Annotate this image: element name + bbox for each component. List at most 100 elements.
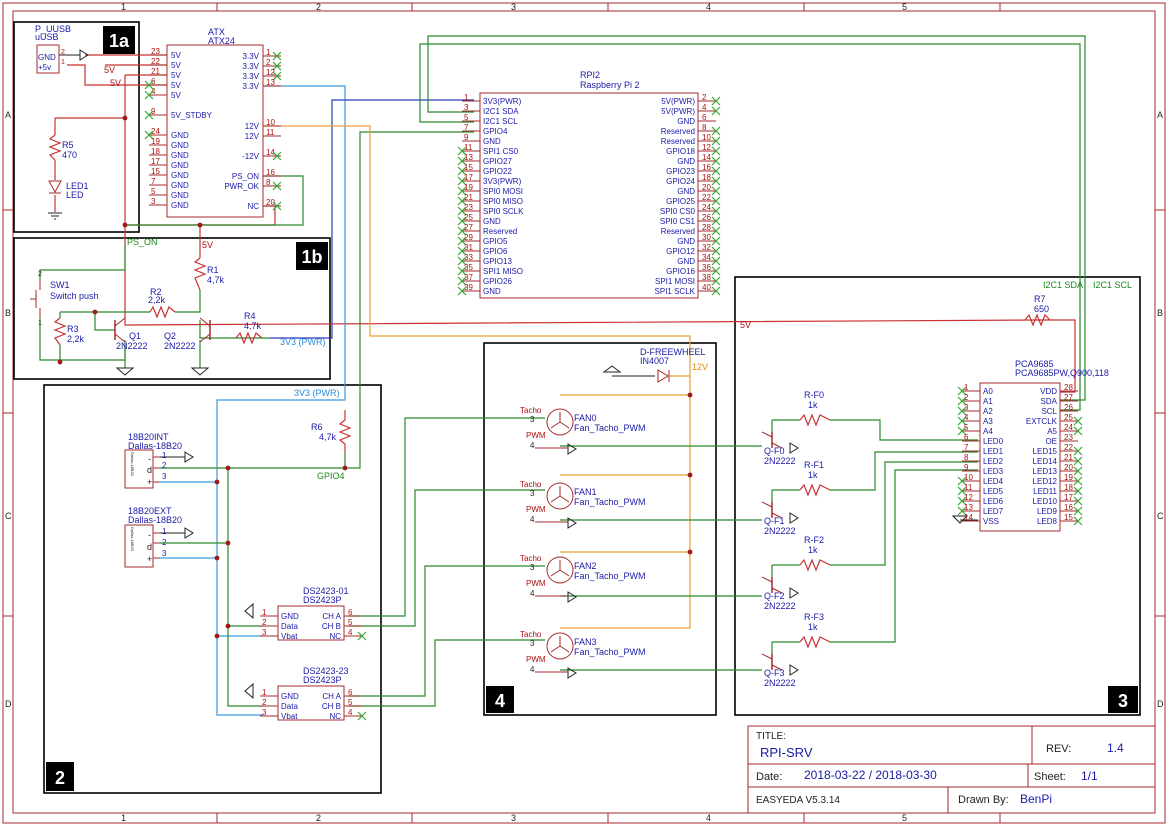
atx-pin-number: 11: [266, 128, 275, 137]
col-label-bottom: 3: [511, 813, 516, 823]
pca-pin-number: 19: [1064, 473, 1073, 482]
qf-ref: Q-F1: [764, 516, 785, 526]
drawn-label: Drawn By:: [958, 794, 1009, 806]
pca-pin-label: VDD: [1040, 387, 1057, 396]
pca-pin-number: 6: [964, 433, 969, 442]
ground-symbol: [789, 512, 799, 524]
18b20ext-pin-sym: -: [148, 530, 151, 540]
fan-ref: FAN0: [574, 413, 597, 423]
r3-ref: R3: [67, 324, 79, 334]
q2-value: 2N2222: [164, 341, 196, 351]
r6-value: 4,7k: [319, 432, 337, 442]
atx-connector: ATX ATX24 23 5V22 5V21 5V6 5V4 5V9 5V_STDBY24 G…: [144, 27, 282, 218]
rpi-value: Raspberry Pi 2: [580, 80, 640, 90]
atx-pin-label: 3.3V: [243, 52, 260, 61]
pca-pin-label: LED14: [1033, 457, 1058, 466]
atx-pin-number: 16: [266, 168, 275, 177]
18b20ext-side-text: Dallas-18B20: [130, 527, 135, 552]
ds2-pin-number: 3: [262, 708, 267, 717]
qf-ref: Q-F2: [764, 591, 785, 601]
fan-tacho-label: Tacho: [520, 480, 542, 489]
rpi-pin-label: GND: [677, 187, 695, 196]
r6-ref: R6: [311, 422, 323, 432]
atx-pin-number: 17: [151, 157, 160, 166]
18b20int-pin: 1: [162, 451, 167, 460]
net-label-ps-on: PS_ON: [127, 237, 158, 247]
title-value: RPI-SRV: [760, 745, 813, 760]
fan-pin-number: 3: [530, 489, 535, 498]
title-label: TITLE:: [756, 731, 786, 742]
sheet-value: 1/1: [1081, 769, 1098, 783]
junction-dot: [225, 465, 231, 471]
rf-ref: R-F3: [804, 612, 824, 622]
junction-dot: [214, 479, 220, 485]
rpi-pin-number: 4: [702, 103, 707, 112]
ds2-pin-label: GND: [281, 692, 299, 701]
rpi-pin-label: GPIO12: [666, 247, 695, 256]
atx-pin-number: 10: [266, 118, 275, 127]
rpi-pin-label: GPIO27: [483, 157, 512, 166]
atx-pin-label: 12V: [245, 122, 260, 131]
pca-pin-label: LED7: [983, 507, 1004, 516]
diode-icon: [657, 369, 669, 383]
fan-pwm-label: PWM: [526, 655, 546, 664]
row-label-right: B: [1157, 308, 1163, 318]
ground-symbol: [184, 451, 194, 463]
net-label-5v: 5V: [110, 78, 121, 88]
fan-pin-number: 4: [530, 665, 535, 674]
ds1-pin-number: 5: [348, 618, 353, 627]
rpi-pin-number: 26: [702, 213, 711, 222]
rpi-pin-label: 3V3(PWR): [483, 97, 522, 106]
pca-pin-number: 16: [1064, 503, 1073, 512]
fan-pwm-label: PWM: [526, 579, 546, 588]
ds1-value: DS2423P: [303, 595, 342, 605]
title-block: TITLE: RPI-SRV REV: 1.4 Date: 2018-03-22…: [747, 725, 1156, 814]
rpi-pin-label: GPIO18: [666, 147, 695, 156]
fan-tacho-label: Tacho: [520, 630, 542, 639]
block-2: 3V3 (PWR) R6 4,7k GPIO4 18B20INT Dallas-…: [124, 388, 367, 721]
rpi-pin-label: GND: [677, 117, 695, 126]
ds1-pin-number: 2: [262, 618, 267, 627]
ds1-pin-number: 4: [348, 628, 353, 637]
pca-pin-label: LED12: [1033, 477, 1058, 486]
atx-pin-label: GND: [171, 151, 189, 160]
block-tag-2: 2: [55, 768, 65, 788]
junction-dot: [214, 555, 220, 561]
ds2-pin-number: 1: [262, 688, 267, 697]
atx-pin-number: 8: [266, 178, 271, 187]
atx-pin-label: GND: [171, 201, 189, 210]
net-label-12v: 12V: [692, 362, 708, 372]
col-label-top: 3: [511, 2, 516, 12]
ground-symbol: [190, 367, 210, 376]
atx-pin-label: NC: [247, 202, 259, 211]
junction-dot: [687, 392, 693, 398]
rpi-pin-number: 36: [702, 263, 711, 272]
fan-pin-number: 4: [530, 515, 535, 524]
r5-ref: R5: [62, 140, 74, 150]
fan-pin-number: 3: [530, 415, 535, 424]
date-value: 2018-03-22 / 2018-03-30: [804, 768, 937, 782]
fan-1: FAN1Fan_Tacho_PWM Tacho PWM 3 4: [520, 480, 646, 529]
pca-pin-number: 25: [1064, 413, 1073, 422]
18b20int-pin-sym: +: [147, 477, 152, 487]
atx-pin-label: 3.3V: [243, 82, 260, 91]
atx-value: ATX24: [208, 36, 235, 46]
rpi-pin-label: SPI1 SCLK: [655, 287, 696, 296]
rpi-pin-label: SPI0 CS0: [660, 207, 696, 216]
rpi-pin-number: 22: [702, 193, 711, 202]
pca-pin-label: LED15: [1033, 447, 1058, 456]
rpi-pin-label: 3V3(PWR): [483, 177, 522, 186]
row-label-right: C: [1157, 511, 1164, 521]
pca-pin-label: A1: [983, 397, 993, 406]
rpi-pin-number: 9: [464, 133, 469, 142]
ds1-pin-label: CH A: [322, 612, 341, 621]
fan-3: FAN3Fan_Tacho_PWM Tacho PWM 3 4: [520, 630, 646, 679]
pca-pin-label: LED3: [983, 467, 1004, 476]
pca-pin-label: A3: [983, 417, 993, 426]
rpi-pin-number: 5: [464, 113, 469, 122]
ds2-pin-label: NC: [329, 712, 341, 721]
junction-dot: [57, 359, 63, 365]
fan-pin-number: 4: [530, 589, 535, 598]
rpi-pin-label: Reserved: [661, 227, 695, 236]
ground-symbol: [602, 365, 622, 373]
